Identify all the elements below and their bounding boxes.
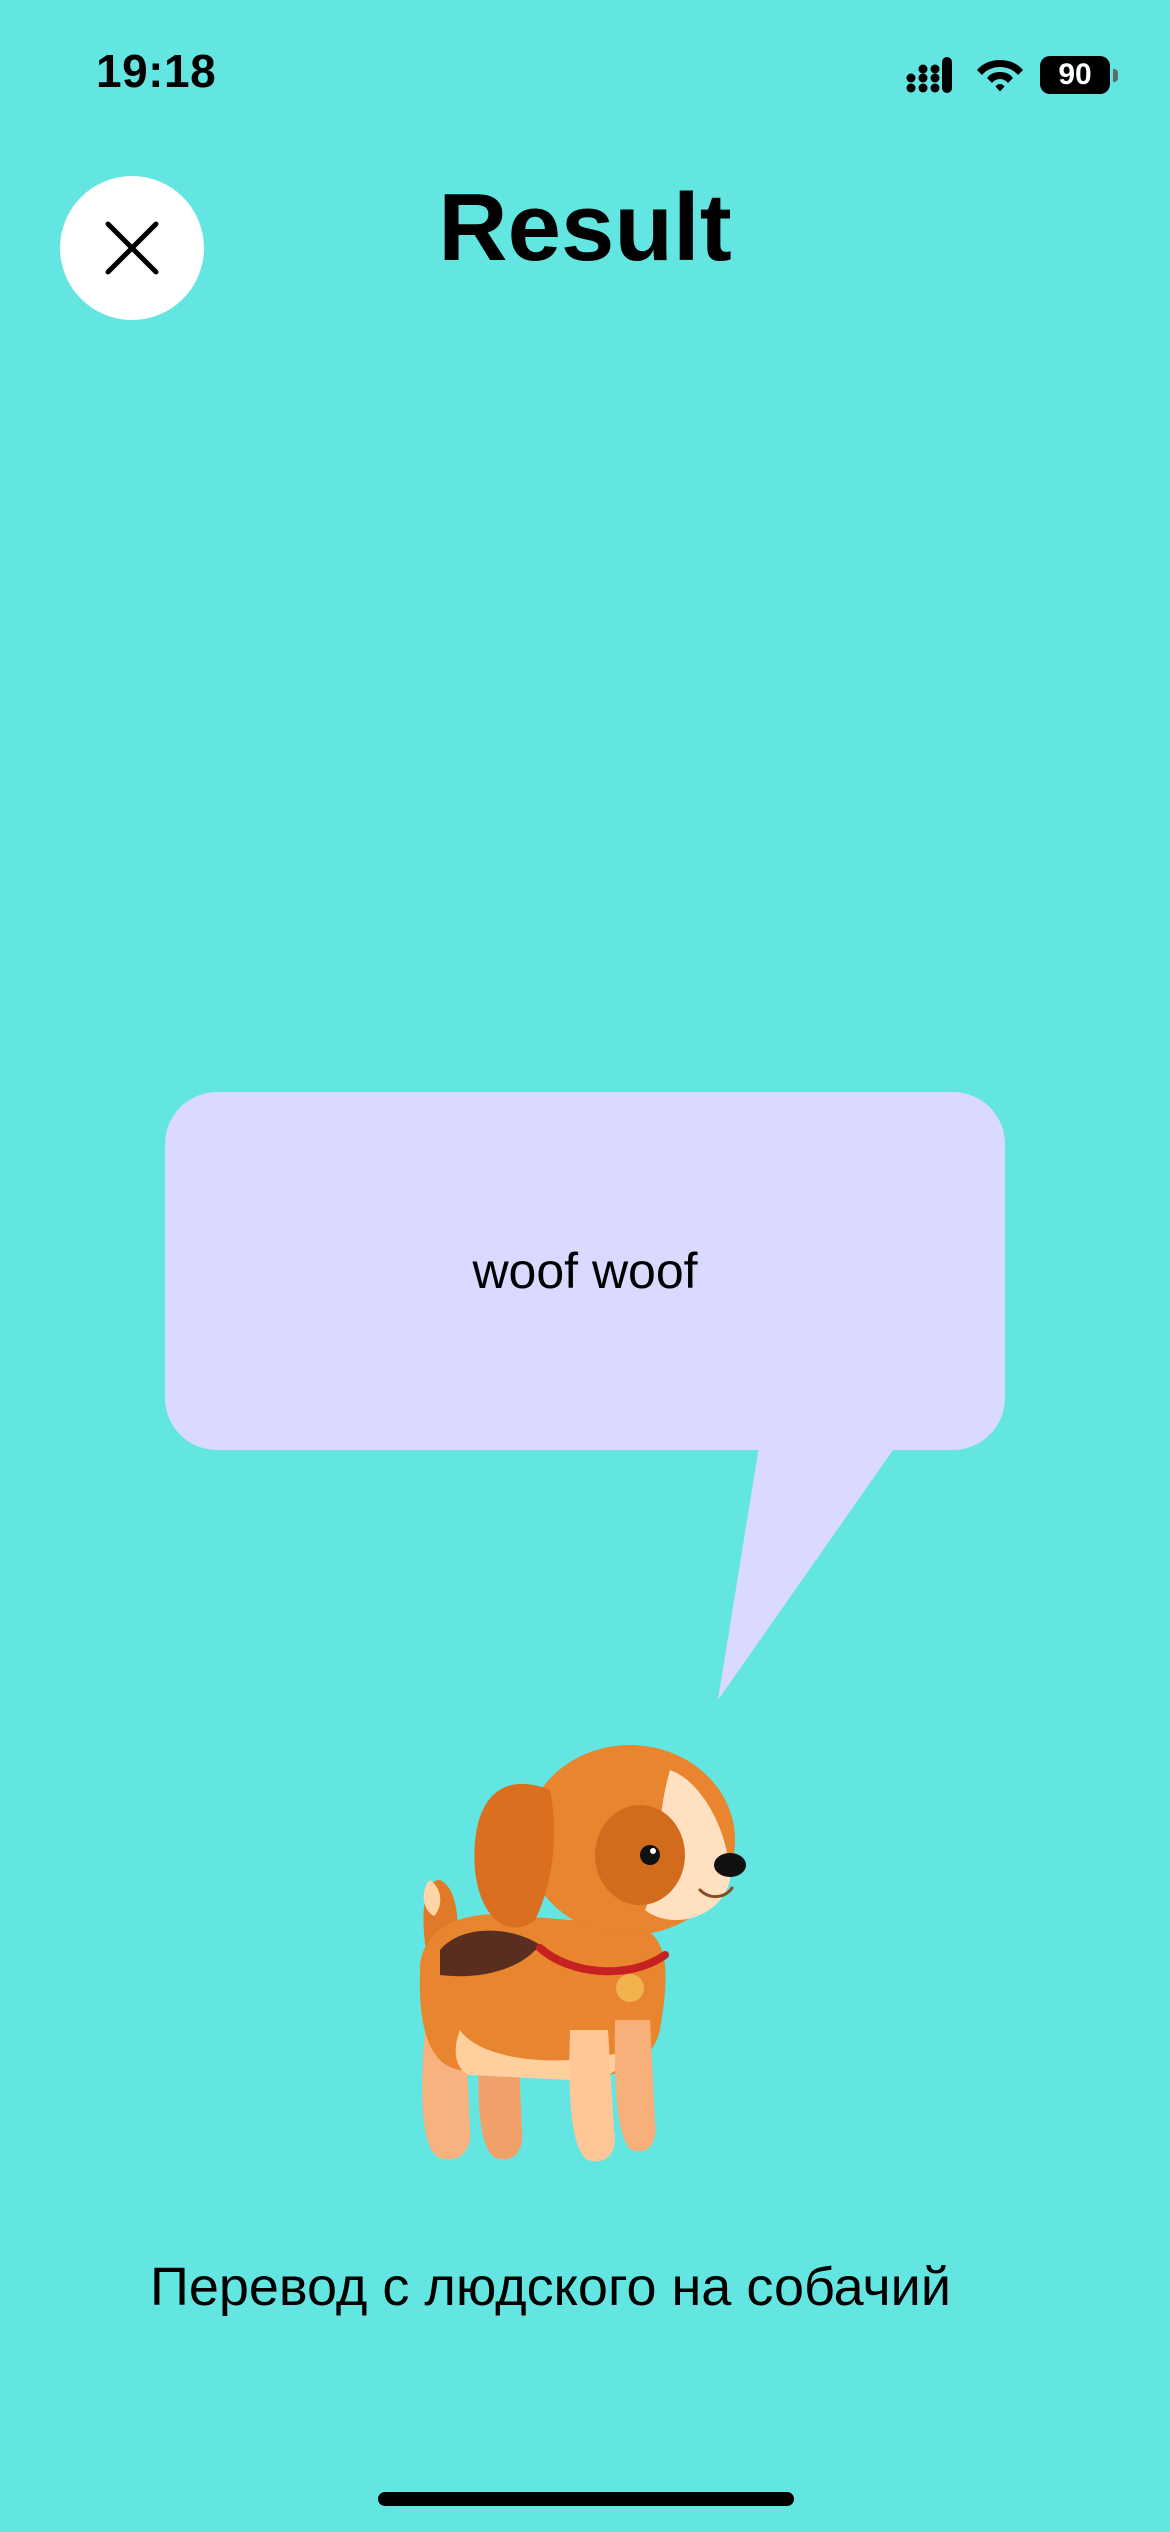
dog-illustration [419,1745,746,2162]
subtitle: Перевод с людского на собачий [150,2257,951,2317]
battery-cap [1113,69,1118,82]
result-screen: 19:18 90 Result woof woof Перевод с людс… [0,0,1170,2532]
wifi-icon [977,60,1023,92]
speech-bubble-tail [718,1440,900,1700]
battery-icon: 90 [1040,56,1118,94]
cellular-signal-icon [906,57,952,93]
speech-bubble: woof woof [165,1092,1005,1450]
home-indicator[interactable] [378,2492,794,2506]
speech-bubble-text: woof woof [472,1243,698,1299]
battery-level: 90 [1058,58,1092,91]
page-title: Result [438,174,732,281]
status-icons: 90 [906,50,1118,100]
status-time: 19:18 [96,45,217,97]
